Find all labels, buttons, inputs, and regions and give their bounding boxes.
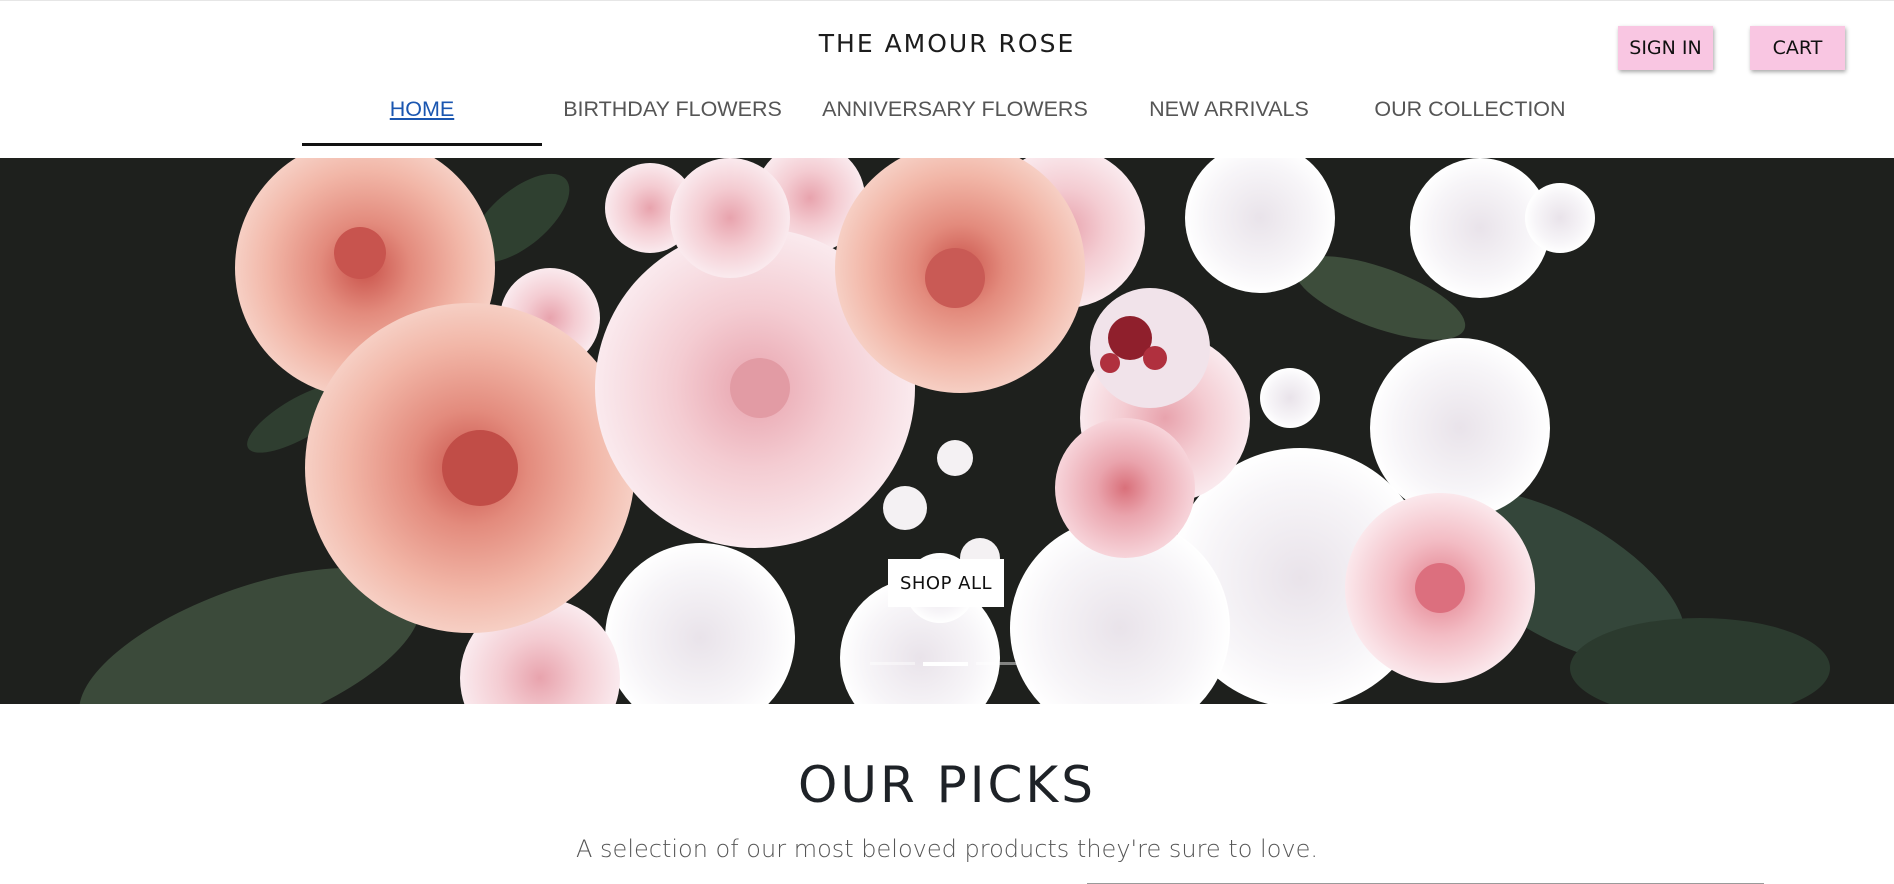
carousel-indicator-3[interactable] [976,662,1021,665]
carousel-indicators [870,662,1024,666]
sign-in-button[interactable]: SIGN IN [1618,26,1713,70]
main-nav: HOME BIRTHDAY FLOWERS ANNIVERSARY FLOWER… [0,93,1894,147]
page: THE AMOUR ROSE SIGN IN CART HOME BIRTHDA… [0,0,1894,884]
nav-item-new-arrivals[interactable]: NEW ARRIVALS [1125,93,1333,143]
nav-item-home[interactable]: HOME [302,93,542,146]
section-subtitle: A selection of our most beloved products… [576,835,1318,863]
section-title: OUR PICKS [798,756,1096,814]
nav-item-our-collection[interactable]: OUR COLLECTION [1360,93,1580,143]
hero-banner [0,158,1894,704]
shop-all-button[interactable]: SHOP ALL [888,559,1004,607]
nav-item-anniversary-flowers[interactable]: ANNIVERSARY FLOWERS [810,93,1100,143]
cart-button[interactable]: CART [1750,26,1845,70]
brand-title[interactable]: THE AMOUR ROSE [0,29,1894,58]
nav-item-birthday-flowers[interactable]: BIRTHDAY FLOWERS [555,93,790,143]
hero-flower-image [0,158,1894,704]
carousel-indicator-2[interactable] [923,662,968,666]
carousel-indicator-1[interactable] [870,662,915,665]
